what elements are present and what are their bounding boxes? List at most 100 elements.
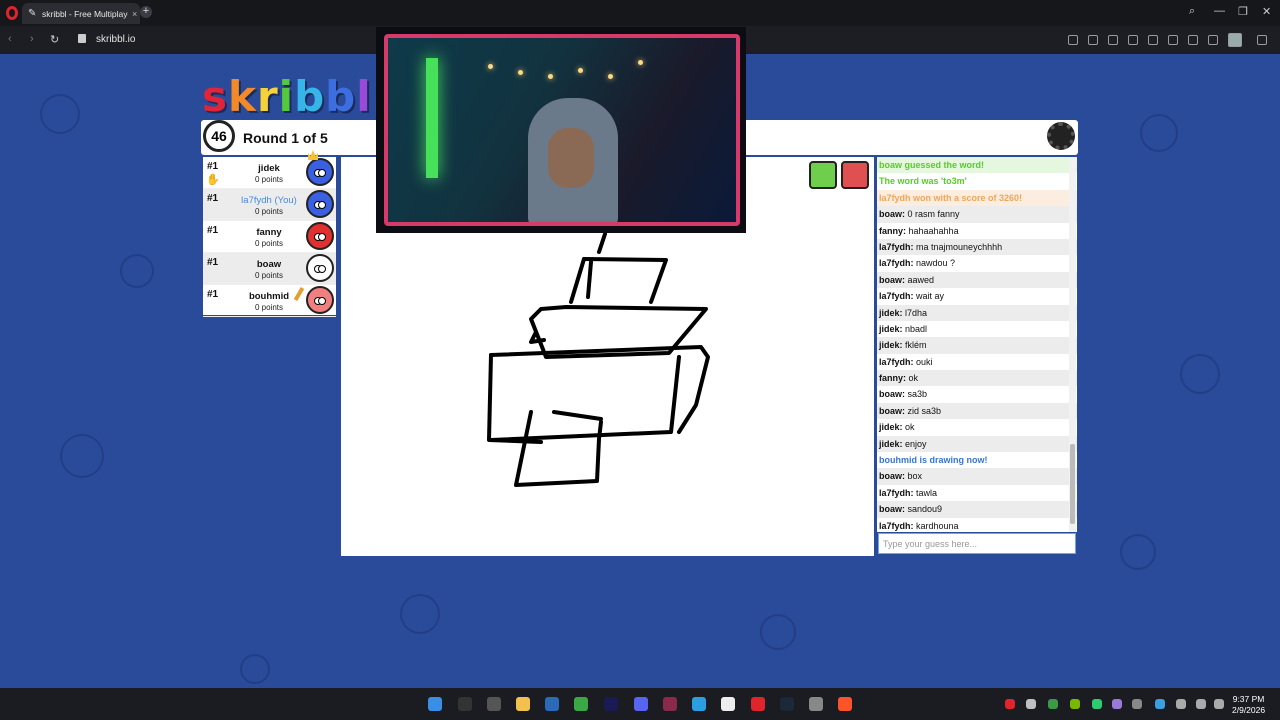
chat-text: tawla: [916, 487, 938, 498]
reload-icon[interactable]: ↻: [50, 33, 59, 46]
chat-message: boaw: sa3b: [877, 386, 1077, 402]
player-points: 0 points: [254, 175, 284, 184]
app-icon-3[interactable]: [809, 697, 823, 711]
chat-message: boaw: zid sa3b: [877, 402, 1077, 420]
chat-message: boaw guessed the word!: [877, 157, 1077, 174]
telegram-icon[interactable]: [692, 697, 706, 711]
chat-system-text: bouhmid is drawing now!: [879, 455, 988, 466]
app-icon-2[interactable]: [721, 697, 735, 711]
steam-icon[interactable]: [780, 697, 794, 711]
tab-close-icon[interactable]: ×: [132, 9, 137, 19]
chat-text: sandou9: [907, 504, 943, 515]
windows-start-icon[interactable]: [428, 697, 442, 711]
url-field[interactable]: skribbl.io: [96, 34, 135, 45]
chat-message: boaw: 0 rasm fanny: [877, 206, 1077, 223]
microphone-icon[interactable]: [1176, 699, 1186, 709]
tray-icon[interactable]: [1026, 699, 1036, 709]
tray-icon[interactable]: [1092, 699, 1102, 709]
app-icon[interactable]: [487, 697, 501, 711]
tray-icon[interactable]: [1155, 699, 1165, 709]
download-icon[interactable]: [1188, 35, 1198, 45]
stroke: [597, 232, 607, 254]
chat-message: boaw: box: [877, 468, 1077, 485]
close-window-icon[interactable]: ✕: [1262, 5, 1271, 18]
tray-icon[interactable]: [1112, 699, 1122, 709]
player-rank: #1: [207, 289, 219, 300]
chat-author: boaw:: [879, 389, 905, 400]
logo-letter: r: [256, 72, 279, 121]
chat-message: jidek: fklém: [877, 337, 1077, 354]
player-avatar: [306, 254, 334, 282]
chat-text: box: [907, 471, 923, 482]
xbox-icon[interactable]: [574, 697, 588, 711]
chat-scroll-thumb[interactable]: [1070, 444, 1075, 524]
shield-icon[interactable]: [1108, 35, 1118, 45]
chat-author: jidek:: [879, 422, 903, 433]
player-row[interactable]: #1 bouhmid 0 points: [203, 285, 336, 317]
epic-games-icon[interactable]: [458, 697, 472, 711]
file-explorer-icon[interactable]: [516, 697, 530, 711]
tab-title: skribbl - Free Multiplayer: [42, 8, 128, 19]
opera-logo-icon[interactable]: [6, 6, 18, 20]
premiere-icon[interactable]: [604, 697, 618, 711]
play-icon[interactable]: [1148, 35, 1158, 45]
player-row[interactable]: #1 jidek 0 points: [203, 157, 336, 189]
brave-icon[interactable]: [838, 697, 852, 711]
profile-avatar[interactable]: [1228, 33, 1242, 47]
guess-input[interactable]: [878, 533, 1076, 554]
chat-author: jidek:: [879, 323, 903, 334]
edit-icon[interactable]: [1068, 35, 1078, 45]
opera-taskbar-icon[interactable]: [751, 697, 765, 711]
menu-icon[interactable]: [1208, 35, 1218, 45]
media-icon[interactable]: [663, 697, 677, 711]
player-row[interactable]: #1 fanny 0 points: [203, 221, 336, 253]
chat-message: fanny: hahaahahha: [877, 223, 1077, 239]
back-icon[interactable]: ‹: [8, 33, 12, 45]
chat-message: jidek: ok: [877, 419, 1077, 435]
chat-system-text: boaw guessed the word!: [879, 160, 985, 170]
extension-icon[interactable]: [1257, 35, 1267, 45]
player-name: jidek: [258, 163, 280, 174]
camera-icon[interactable]: [1088, 35, 1098, 45]
player-row[interactable]: #1 la7fydh (You) 0 points: [203, 189, 336, 221]
discord-icon[interactable]: [634, 697, 648, 711]
minimize-icon[interactable]: —: [1214, 5, 1225, 17]
settings-gear-icon[interactable]: [1047, 122, 1075, 150]
heart-icon[interactable]: [1168, 35, 1178, 45]
wifi-icon[interactable]: [1196, 699, 1206, 709]
chat-message: boaw: aawed: [877, 271, 1077, 289]
restore-icon[interactable]: ❐: [1238, 5, 1248, 18]
forward-icon[interactable]: ›: [30, 33, 34, 45]
chat-system-text: The word was 'to3m': [879, 176, 967, 187]
chat-author: fanny:: [879, 373, 906, 384]
editor-icon[interactable]: [545, 697, 559, 711]
chat-message: jidek: nbadl: [877, 321, 1077, 337]
tray-icon[interactable]: [1132, 699, 1142, 709]
logo-letter: b: [325, 72, 357, 121]
browser-tab[interactable]: ✎ skribbl - Free Multiplayer ×: [22, 3, 140, 24]
player-rank: #1: [207, 161, 219, 172]
player-list: #1 jidek 0 points #1 la7fydh (You) 0 points #1…: [203, 157, 336, 317]
thumbs-down-icon[interactable]: [841, 161, 869, 189]
vote-kick-hand-icon[interactable]: ✋: [206, 173, 220, 186]
chat-text: zid sa3b: [907, 405, 942, 416]
nvidia-icon[interactable]: [1070, 699, 1080, 709]
chat-author: la7fydh:: [879, 291, 914, 302]
new-tab-button[interactable]: +: [140, 6, 152, 18]
volume-icon[interactable]: [1214, 699, 1224, 709]
thumbs-up-icon[interactable]: [809, 161, 837, 189]
chat-author: boaw:: [879, 209, 905, 220]
chat-author: la7fydh:: [879, 520, 914, 531]
player-row[interactable]: #1 boaw 0 points: [203, 253, 336, 285]
search-icon[interactable]: ⌕: [1189, 5, 1195, 18]
chat-author: la7fydh:: [879, 356, 914, 367]
chat-message: la7fydh: nawdou ?: [877, 255, 1077, 271]
chat-text: sa3b: [907, 389, 928, 400]
tray-icon[interactable]: [1005, 699, 1015, 709]
logo-letter: i: [278, 72, 295, 121]
tray-icon[interactable]: [1048, 699, 1058, 709]
vpn-icon[interactable]: [1128, 35, 1138, 45]
chat-text: enjoy: [905, 438, 927, 449]
system-clock[interactable]: 9:37 PM 2/9/2026: [1232, 694, 1265, 716]
chat-message: boaw: sandou9: [877, 501, 1077, 518]
